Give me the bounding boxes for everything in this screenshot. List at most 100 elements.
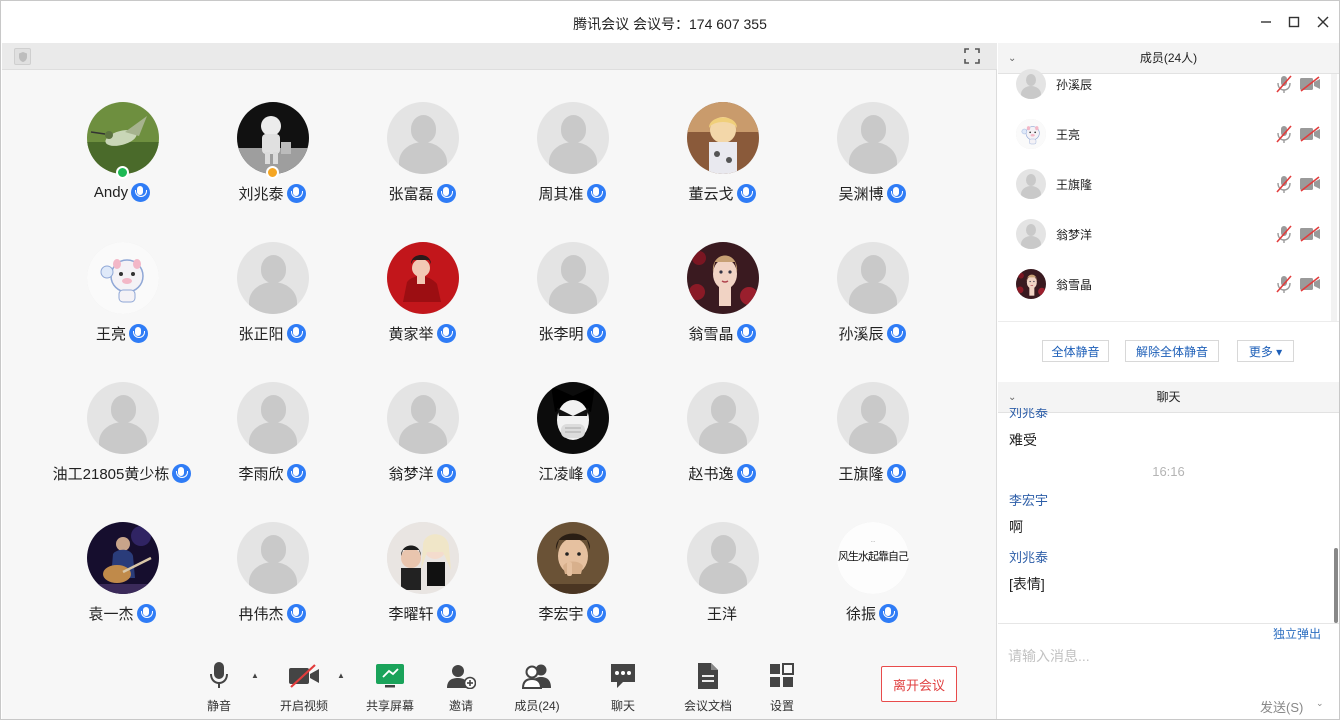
- participant-tile[interactable]: 张富磊: [347, 86, 497, 203]
- participant-tile[interactable]: 袁一杰: [47, 506, 197, 623]
- avatar: [687, 522, 759, 594]
- microphone-muted-icon[interactable]: [1276, 275, 1292, 298]
- avatar: [237, 522, 309, 594]
- participant-tile[interactable]: 赵书逸: [647, 366, 797, 483]
- share-screen-button[interactable]: 共享屏幕: [355, 661, 425, 714]
- close-icon[interactable]: [1312, 11, 1334, 33]
- participant-tile[interactable]: 翁雪晶: [647, 226, 797, 343]
- host-badge-icon: [116, 166, 129, 179]
- camera-off-icon[interactable]: [1299, 176, 1321, 197]
- unmute-all-button[interactable]: 解除全体静音: [1125, 340, 1219, 362]
- microphone-icon: [736, 324, 756, 343]
- participant-tile[interactable]: 翁梦洋: [347, 366, 497, 483]
- avatar: [387, 382, 459, 454]
- camera-off-icon[interactable]: [1299, 226, 1321, 247]
- member-row[interactable]: 孙溪辰: [998, 59, 1328, 109]
- participant-tile[interactable]: 董云戈: [647, 86, 797, 203]
- participant-tile[interactable]: 张正阳: [197, 226, 347, 343]
- security-shield-icon[interactable]: [14, 48, 31, 65]
- chat-sender-name[interactable]: 刘兆泰: [1009, 408, 1048, 421]
- participant-name: Andy: [93, 184, 129, 201]
- mute-button[interactable]: 静音: [184, 661, 254, 714]
- start-video-button[interactable]: 开启视频: [269, 661, 339, 714]
- participant-tile[interactable]: 张李明: [497, 226, 647, 343]
- participant-name: 孙溪辰: [838, 326, 884, 343]
- participant-tile[interactable]: 王亮: [47, 226, 197, 343]
- video-grid-area: Andy 刘兆泰 张富磊 周其准 董云戈 吴渊博王亮 张正阳 黄家举 张李明 翁雪晶 孙溪辰油工21…: [2, 43, 997, 719]
- video-options-caret-icon[interactable]: ▲: [335, 671, 347, 680]
- participant-name-row: 李宏宇: [497, 603, 647, 624]
- member-row[interactable]: 翁雪晶: [998, 259, 1328, 309]
- member-name: 翁雪晶: [1056, 278, 1093, 292]
- mute-options-caret-icon[interactable]: ▲: [249, 671, 261, 680]
- member-name: 孙溪辰: [1056, 78, 1093, 92]
- fullscreen-icon[interactable]: [963, 47, 981, 65]
- avatar: [537, 382, 609, 454]
- send-button[interactable]: 发送(S): [1260, 697, 1303, 716]
- invite-button[interactable]: 邀请: [426, 661, 496, 714]
- more-options-button[interactable]: 更多 ▾: [1237, 340, 1294, 362]
- microphone-icon: [886, 324, 906, 343]
- avatar: [1016, 69, 1046, 99]
- members-button[interactable]: 成员(24): [502, 661, 572, 714]
- participant-tile[interactable]: 李宏宇: [497, 506, 647, 623]
- member-row[interactable]: 王亮: [998, 109, 1328, 159]
- participant-tile[interactable]: … 风生水起靠自己 徐振: [797, 506, 947, 623]
- participant-tile[interactable]: 孙溪辰: [797, 226, 947, 343]
- maximize-icon[interactable]: [1283, 11, 1305, 33]
- participant-tile[interactable]: 冉伟杰: [197, 506, 347, 623]
- participant-name-row: 王亮: [47, 323, 197, 344]
- participant-name-row: 周其准: [497, 183, 647, 204]
- stage-top-bar: [2, 43, 997, 70]
- participant-tile[interactable]: 王旗隆: [797, 366, 947, 483]
- minimize-icon[interactable]: [1255, 11, 1277, 33]
- microphone-icon: [286, 604, 306, 623]
- chat-message-input[interactable]: [1008, 644, 1308, 668]
- participant-tile[interactable]: 刘兆泰: [197, 86, 347, 203]
- member-row[interactable]: 翁梦洋: [998, 209, 1328, 259]
- meeting-docs-button[interactable]: 会议文档: [673, 661, 743, 714]
- participant-tile[interactable]: 油工21805黄少栋: [47, 366, 197, 483]
- microphone-muted-icon[interactable]: [1276, 75, 1292, 98]
- leave-meeting-button[interactable]: 离开会议: [881, 666, 957, 702]
- avatar: [1016, 169, 1046, 199]
- participant-tile[interactable]: 王洋: [647, 506, 797, 623]
- settings-button[interactable]: 设置: [747, 661, 817, 714]
- participant-tile[interactable]: 周其准: [497, 86, 647, 203]
- microphone-icon: [436, 324, 456, 343]
- participant-name-row: 江凌峰: [497, 463, 647, 484]
- members-label: 成员(24): [514, 699, 560, 713]
- document-icon: [673, 661, 743, 691]
- member-manage-bar: 全体静音 解除全体静音 更多 ▾: [998, 321, 1339, 381]
- participant-name-row: 油工21805黄少栋: [47, 463, 197, 484]
- participant-name-row: 翁雪晶: [647, 323, 797, 344]
- chat-scrollbar[interactable]: [1334, 548, 1338, 623]
- participant-name: 赵书逸: [688, 466, 734, 483]
- camera-off-icon[interactable]: [1299, 126, 1321, 147]
- camera-off-icon[interactable]: [1299, 76, 1321, 97]
- participant-name-row: 赵书逸: [647, 463, 797, 484]
- participant-name: 冉伟杰: [238, 606, 284, 623]
- avatar: [837, 242, 909, 314]
- participant-tile[interactable]: 吴渊博: [797, 86, 947, 203]
- microphone-muted-icon[interactable]: [1276, 175, 1292, 198]
- participant-name: 李曜轩: [388, 606, 434, 623]
- participant-tile[interactable]: 李雨欣: [197, 366, 347, 483]
- participant-name: 张富磊: [388, 186, 434, 203]
- participant-tile[interactable]: 江凌峰: [497, 366, 647, 483]
- chat-button[interactable]: 聊天: [588, 661, 658, 714]
- participant-tile[interactable]: Andy: [47, 86, 197, 202]
- microphone-muted-icon[interactable]: [1276, 225, 1292, 248]
- microphone-icon: [886, 184, 906, 203]
- microphone-muted-icon[interactable]: [1276, 125, 1292, 148]
- chat-sender-name[interactable]: 李宏宇: [1009, 490, 1048, 509]
- participant-tile[interactable]: 李曜轩: [347, 506, 497, 623]
- chat-sender-name[interactable]: 刘兆泰: [1009, 547, 1048, 566]
- send-options-chevron-icon[interactable]: ⌄: [1316, 698, 1324, 709]
- avatar: [1016, 219, 1046, 249]
- participant-tile[interactable]: 黄家举: [347, 226, 497, 343]
- member-list-scrollbar[interactable]: [1331, 74, 1337, 321]
- member-row[interactable]: 王旗隆: [998, 159, 1328, 209]
- mute-all-button[interactable]: 全体静音: [1042, 340, 1109, 362]
- camera-off-icon[interactable]: [1299, 276, 1321, 297]
